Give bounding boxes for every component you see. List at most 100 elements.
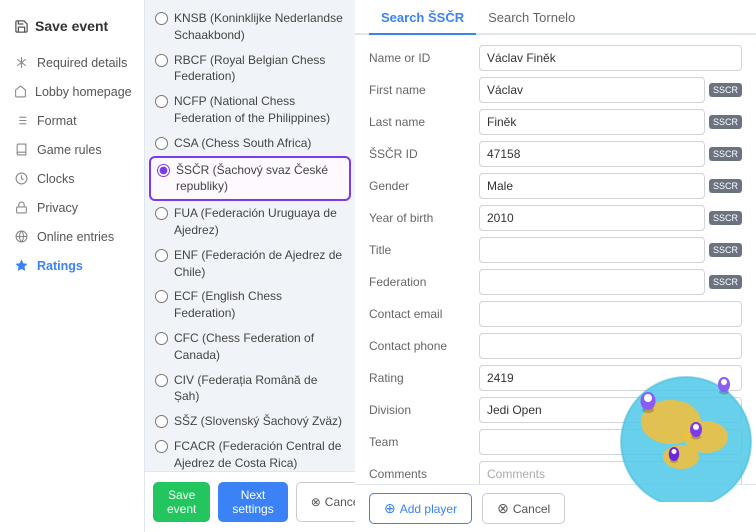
fed-item-csa[interactable]: CSA (Chess South Africa) — [149, 131, 351, 156]
fed-radio-civ[interactable] — [155, 374, 168, 387]
rating-label: Rating — [369, 371, 479, 385]
rating-input[interactable] — [479, 365, 742, 391]
fed-item-fcacr[interactable]: FCACR (Federación Central de Ajedrez de … — [149, 434, 351, 471]
add-player-button[interactable]: ⊕ Add player — [369, 493, 472, 524]
fed-radio-ssz[interactable] — [155, 415, 168, 428]
fed-item-civ[interactable]: CIV (Federația Română de Șah) — [149, 368, 351, 410]
clock-icon — [14, 171, 29, 186]
next-settings-button[interactable]: Next settings — [218, 482, 287, 522]
sscr-badge-firstname: SSCR — [709, 83, 742, 97]
sidebar-item-ratings[interactable]: Ratings — [0, 251, 144, 280]
last-name-input[interactable] — [479, 109, 705, 135]
sscr-badge-id: SSCR — [709, 147, 742, 161]
comments-label: Comments — [369, 467, 479, 481]
sidebar-item-privacy[interactable]: Privacy — [0, 193, 144, 222]
last-name-label: Last name — [369, 115, 479, 129]
sscr-badge-title: SSCR — [709, 243, 742, 257]
asterisk-icon — [14, 55, 29, 70]
gender-label: Gender — [369, 179, 479, 193]
cancel-label: Cancel — [513, 502, 550, 516]
sidebar-label: Lobby homepage — [35, 85, 132, 99]
tab-search-tornelo[interactable]: Search Tornelo — [476, 0, 587, 35]
contact-email-label: Contact email — [369, 307, 479, 321]
sidebar-item-online-entries[interactable]: Online entries — [0, 222, 144, 251]
contact-email-input[interactable] — [479, 301, 742, 327]
lock-icon — [14, 200, 29, 215]
federation-list: KNSB (Koninklijke Nederlandse Schaakbond… — [145, 0, 355, 471]
gender-input[interactable] — [479, 173, 705, 199]
federation-footer: Save event Next settings ⊗ Cancel — [145, 471, 355, 532]
federation-input[interactable] — [479, 269, 705, 295]
fed-radio-enf[interactable] — [155, 249, 168, 262]
globe-icon — [14, 229, 29, 244]
sscr-badge-year: SSCR — [709, 211, 742, 225]
sidebar-item-game-rules[interactable]: Game rules — [0, 135, 144, 164]
home-icon — [14, 84, 27, 99]
division-row: Division — [369, 397, 742, 423]
first-name-label: First name — [369, 83, 479, 97]
gender-row: Gender SSCR — [369, 173, 742, 199]
sidebar-label: Game rules — [37, 143, 102, 157]
federation-field-label: Federation — [369, 275, 479, 289]
name-or-id-input[interactable] — [479, 45, 742, 71]
fed-radio-knsb[interactable] — [155, 12, 168, 25]
sidebar-label: Online entries — [37, 230, 114, 244]
comments-input[interactable] — [479, 461, 742, 484]
fed-item-cfc[interactable]: CFC (Chess Federation of Canada) — [149, 326, 351, 368]
cancel-button[interactable]: ⊗ Cancel — [296, 482, 355, 522]
last-name-row: Last name SSCR — [369, 109, 742, 135]
fed-item-ecf[interactable]: ECF (English Chess Federation) — [149, 284, 351, 326]
name-or-id-row: Name or ID — [369, 45, 742, 71]
year-input[interactable] — [479, 205, 705, 231]
sscr-id-label: ŠSČR ID — [369, 147, 479, 161]
contact-phone-row: Contact phone — [369, 333, 742, 359]
fed-item-knsb[interactable]: KNSB (Koninklijke Nederlandse Schaakbond… — [149, 6, 351, 48]
rating-row: Rating — [369, 365, 742, 391]
fed-item-enf[interactable]: ENF (Federación de Ajedrez de Chile) — [149, 243, 351, 285]
sidebar-label: Clocks — [37, 172, 75, 186]
sidebar-item-required-details[interactable]: Required details — [0, 48, 144, 77]
first-name-input[interactable] — [479, 77, 705, 103]
search-form: Name or ID First name SSCR Last name SSC… — [355, 35, 756, 484]
fed-radio-ecf[interactable] — [155, 290, 168, 303]
year-of-birth-row: Year of birth SSCR — [369, 205, 742, 231]
team-input[interactable] — [479, 429, 742, 455]
fed-item-ssz[interactable]: SŠZ (Slovenský Šachový Zväz) — [149, 409, 351, 434]
fed-item-rbcf[interactable]: RBCF (Royal Belgian Chess Federation) — [149, 48, 351, 90]
fed-radio-sscr[interactable] — [157, 164, 170, 177]
sidebar-item-format[interactable]: Format — [0, 106, 144, 135]
fed-radio-cfc[interactable] — [155, 332, 168, 345]
sidebar: Save event Required details Lobby homepa… — [0, 0, 145, 532]
federation-row: Federation SSCR — [369, 269, 742, 295]
cancel-icon: ⊗ — [497, 500, 509, 517]
fed-radio-ncfp[interactable] — [155, 95, 168, 108]
sidebar-label: Required details — [37, 56, 127, 70]
fed-radio-fua[interactable] — [155, 207, 168, 220]
fed-item-ncfp[interactable]: NCFP (National Chess Federation of the P… — [149, 89, 351, 131]
contact-phone-input[interactable] — [479, 333, 742, 359]
division-input[interactable] — [479, 397, 742, 423]
sidebar-title: Save event — [35, 18, 108, 34]
sidebar-item-lobby-homepage[interactable]: Lobby homepage — [0, 77, 144, 106]
cancel-icon: ⊗ — [311, 495, 321, 509]
first-name-row: First name SSCR — [369, 77, 742, 103]
sscr-id-input[interactable] — [479, 141, 705, 167]
save-event-button[interactable]: Save event — [153, 482, 210, 522]
book-icon — [14, 142, 29, 157]
tab-search-sscr[interactable]: Search ŠSČR — [369, 0, 476, 35]
right-panel: Search ŠSČR Search Tornelo Name or ID Fi… — [355, 0, 756, 532]
fed-radio-fcacr[interactable] — [155, 440, 168, 453]
right-cancel-button[interactable]: ⊗ Cancel — [482, 493, 565, 524]
fed-item-fua[interactable]: FUA (Federación Uruguaya de Ajedrez) — [149, 201, 351, 243]
sidebar-item-clocks[interactable]: Clocks — [0, 164, 144, 193]
fed-item-sscr[interactable]: ŠSČR (Šachový svaz České republiky) — [149, 156, 351, 202]
sidebar-label: Privacy — [37, 201, 78, 215]
fed-radio-rbcf[interactable] — [155, 54, 168, 67]
title-label: Title — [369, 243, 479, 257]
team-row: Team — [369, 429, 742, 455]
comments-row: Comments — [369, 461, 742, 484]
sscr-id-row: ŠSČR ID SSCR — [369, 141, 742, 167]
federation-panel: KNSB (Koninklijke Nederlandse Schaakbond… — [145, 0, 355, 532]
fed-radio-csa[interactable] — [155, 137, 168, 150]
title-input[interactable] — [479, 237, 705, 263]
